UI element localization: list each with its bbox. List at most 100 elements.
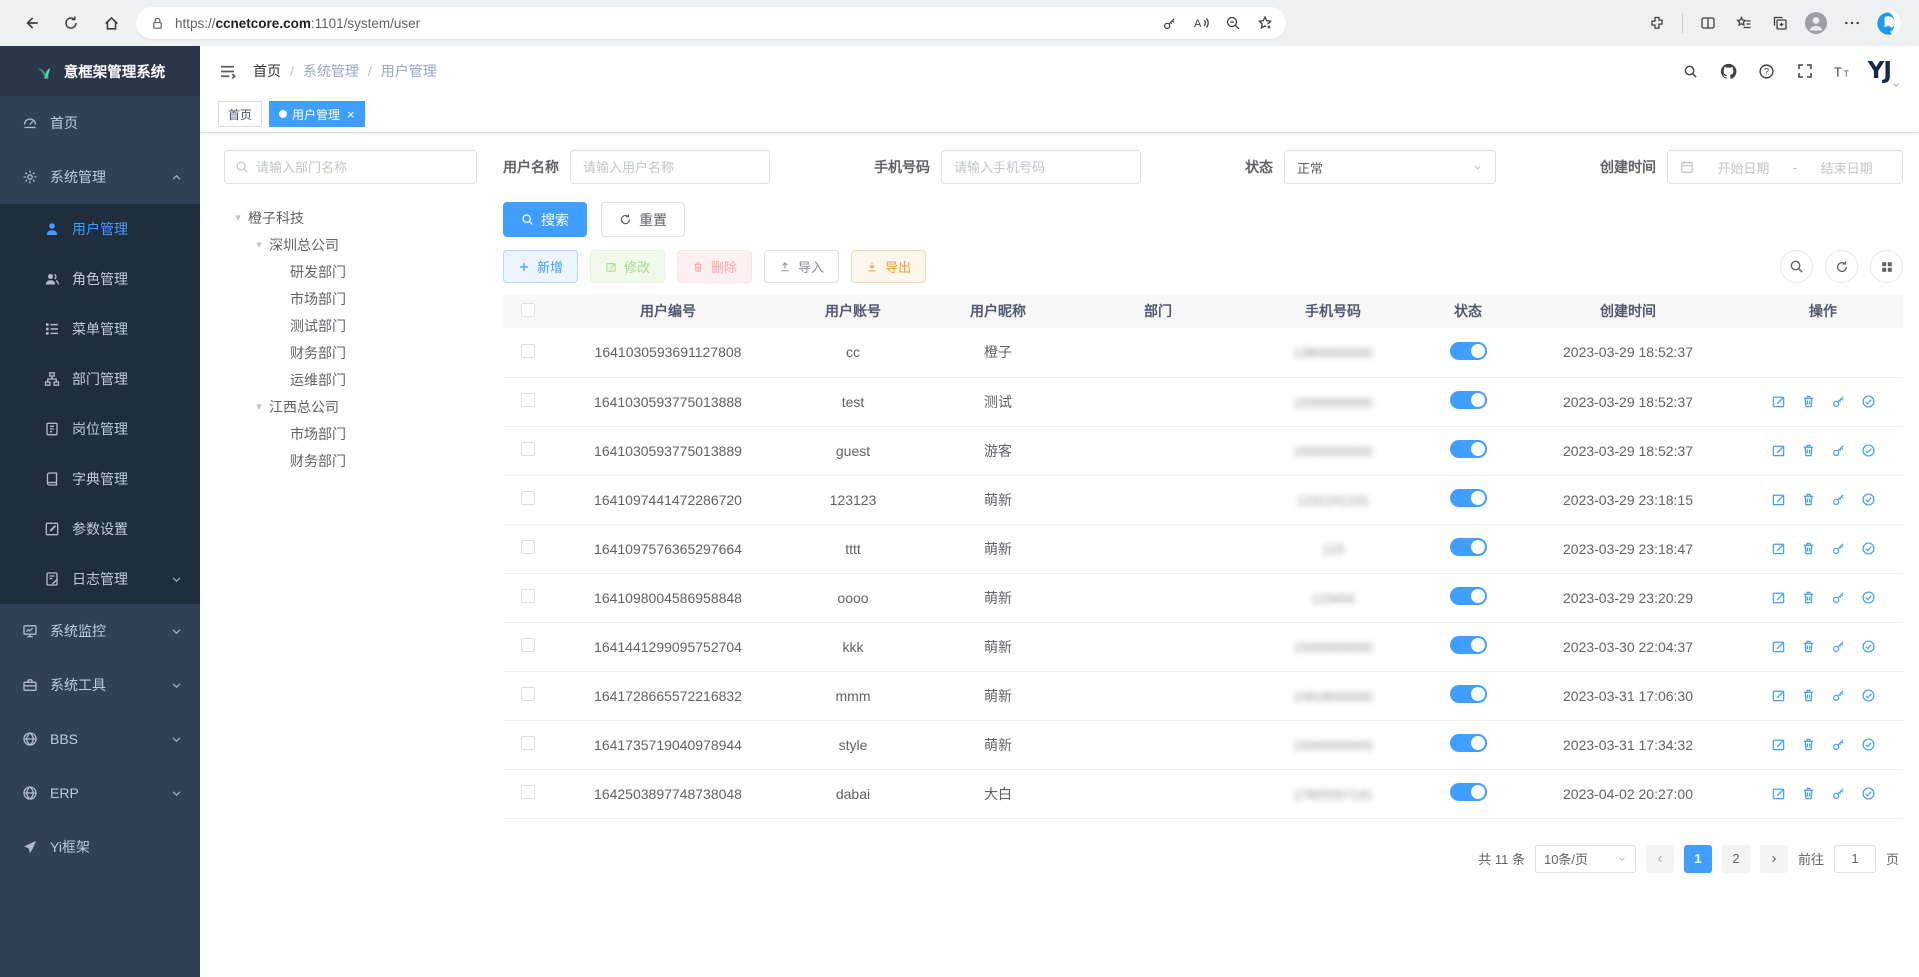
username-input[interactable] (583, 160, 757, 175)
tag-user[interactable]: 用户管理× (269, 101, 365, 127)
row-checkbox[interactable] (521, 442, 535, 456)
tree-node[interactable]: ▾江西总公司 (224, 393, 477, 420)
sidebar-item-post[interactable]: 岗位管理 (0, 404, 200, 454)
row-trash-button[interactable] (1801, 639, 1816, 654)
tree-node[interactable]: 财务部门 (224, 447, 477, 474)
row-checkbox[interactable] (521, 589, 535, 603)
tree-node[interactable]: 市场部门 (224, 285, 477, 312)
row-key-button[interactable] (1831, 737, 1846, 752)
search-button[interactable] (1780, 250, 1813, 283)
sidebar-item-role[interactable]: 角色管理 (0, 254, 200, 304)
status-toggle[interactable] (1450, 685, 1487, 703)
row-check-circle-button[interactable] (1861, 492, 1876, 507)
row-edit-square-button[interactable] (1771, 492, 1786, 507)
row-edit-square-button[interactable] (1771, 590, 1786, 605)
row-key-button[interactable] (1831, 786, 1846, 801)
table-row[interactable]: 1641735719040978944 style 萌新 15000000000… (503, 720, 1903, 769)
table-row[interactable]: 1641098004586958848 oooo 萌新 123456 2023-… (503, 573, 1903, 622)
import-button[interactable]: 导入 (764, 250, 839, 283)
close-icon[interactable]: × (347, 107, 355, 122)
search-button[interactable]: 搜索 (503, 202, 587, 237)
page-button-1[interactable]: 1 (1684, 845, 1712, 873)
key-button[interactable] (1154, 8, 1184, 38)
table-row[interactable]: 1641030593691127808 cc 橙子 13800000000 20… (503, 328, 1903, 377)
sidebar-item-yi[interactable]: Yi框架 (0, 820, 200, 874)
row-check-circle-button[interactable] (1861, 786, 1876, 801)
tree-node[interactable]: 运维部门 (224, 366, 477, 393)
sidebar-item-monitor[interactable]: 系统监控 (0, 604, 200, 658)
split-screen-button[interactable] (1693, 8, 1723, 38)
date-range-picker[interactable]: 开始日期 - 结束日期 (1667, 150, 1903, 184)
page-button-2[interactable]: 2 (1722, 845, 1750, 873)
row-check-circle-button[interactable] (1861, 590, 1876, 605)
dept-search-input[interactable] (256, 160, 466, 175)
row-checkbox[interactable] (521, 638, 535, 652)
sidebar-item-dept[interactable]: 部门管理 (0, 354, 200, 404)
read-aloud-button[interactable]: A (1186, 8, 1216, 38)
zoom-out-button[interactable] (1218, 8, 1248, 38)
fullscreen-button[interactable] (1790, 56, 1820, 86)
font-size-button[interactable]: TT (1828, 56, 1858, 86)
sidebar-item-system[interactable]: 系统管理 (0, 150, 200, 204)
row-checkbox[interactable] (521, 491, 535, 505)
row-edit-square-button[interactable] (1771, 394, 1786, 409)
address-bar[interactable]: https://ccnetcore.com:1101/system/user A (136, 7, 1286, 39)
status-toggle[interactable] (1450, 391, 1487, 409)
status-select[interactable]: 正常 (1284, 150, 1496, 184)
sidebar-item-home[interactable]: 首页 (0, 96, 200, 150)
search-button[interactable] (1676, 56, 1706, 86)
sidebar-item-menu[interactable]: 菜单管理 (0, 304, 200, 354)
collections-button[interactable] (1765, 8, 1795, 38)
row-trash-button[interactable] (1801, 786, 1816, 801)
sidebar-item-bbs[interactable]: BBS (0, 712, 200, 766)
row-edit-square-button[interactable] (1771, 541, 1786, 556)
tree-node[interactable]: ▾橙子科技 (224, 204, 477, 231)
status-toggle[interactable] (1450, 440, 1487, 458)
table-row[interactable]: 1642503897748738048 dabai 大白 17805557141… (503, 769, 1903, 818)
tree-node[interactable]: 测试部门 (224, 312, 477, 339)
status-toggle[interactable] (1450, 489, 1487, 507)
github-button[interactable] (1714, 56, 1744, 86)
table-row[interactable]: 1641728665572216832 mmm 萌新 15818000000 2… (503, 671, 1903, 720)
tag-home[interactable]: 首页 (218, 101, 262, 127)
sidebar-item-user[interactable]: 用户管理 (0, 204, 200, 254)
favorite-add-button[interactable] (1250, 8, 1280, 38)
table-row[interactable]: 1641441299095752704 kkk 萌新 15000000000 2… (503, 622, 1903, 671)
reload-button[interactable] (56, 8, 86, 38)
profile-avatar-button[interactable] (1801, 8, 1831, 38)
row-edit-square-button[interactable] (1771, 737, 1786, 752)
prev-page-button[interactable]: ‹ (1646, 845, 1674, 873)
phone-input[interactable] (954, 160, 1128, 175)
extensions-button[interactable] (1642, 8, 1672, 38)
sidebar-item-config[interactable]: 参数设置 (0, 504, 200, 554)
row-trash-button[interactable] (1801, 737, 1816, 752)
refresh-button[interactable] (1825, 250, 1858, 283)
row-trash-button[interactable] (1801, 443, 1816, 458)
favorites-bar-button[interactable] (1729, 8, 1759, 38)
row-key-button[interactable] (1831, 394, 1846, 409)
row-key-button[interactable] (1831, 492, 1846, 507)
row-check-circle-button[interactable] (1861, 639, 1876, 654)
row-check-circle-button[interactable] (1861, 394, 1876, 409)
sidebar-item-tool[interactable]: 系统工具 (0, 658, 200, 712)
row-trash-button[interactable] (1801, 688, 1816, 703)
help-button[interactable]: ? (1752, 56, 1782, 86)
row-checkbox[interactable] (521, 785, 535, 799)
table-row[interactable]: 1641097576365297664 tttt 萌新 123 2023-03-… (503, 524, 1903, 573)
row-edit-square-button[interactable] (1771, 688, 1786, 703)
sidebar-item-log[interactable]: 日志管理 (0, 554, 200, 604)
user-avatar-logo[interactable]: YJ (1868, 58, 1891, 84)
row-checkbox[interactable] (521, 736, 535, 750)
table-row[interactable]: 1641030593775013888 test 测试 15000000000 … (503, 377, 1903, 426)
breadcrumb-item[interactable]: 首页 (253, 61, 281, 81)
select-all-checkbox[interactable] (521, 303, 535, 317)
sidebar-item-dict[interactable]: 字典管理 (0, 454, 200, 504)
tree-node[interactable]: 财务部门 (224, 339, 477, 366)
status-toggle[interactable] (1450, 783, 1487, 801)
back-button[interactable] (16, 8, 46, 38)
more-options-button[interactable] (1837, 8, 1867, 38)
delete-button[interactable]: 删除 (677, 250, 752, 283)
status-toggle[interactable] (1450, 538, 1487, 556)
row-key-button[interactable] (1831, 590, 1846, 605)
row-checkbox[interactable] (521, 687, 535, 701)
